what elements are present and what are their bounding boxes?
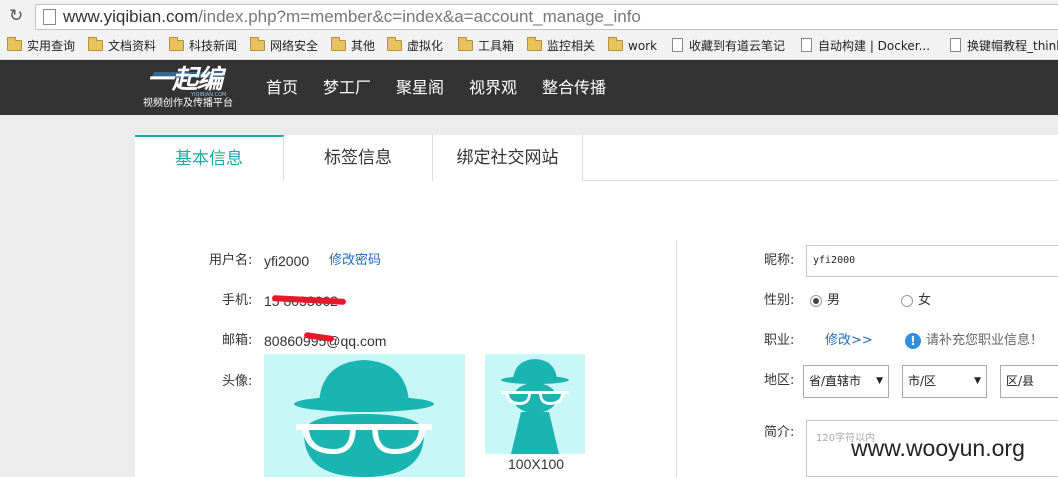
nav-item-home[interactable]: 首页 bbox=[266, 79, 298, 97]
logo-tagline: 视频创作及传播平台 bbox=[143, 98, 233, 109]
tab-basic-info[interactable]: 基本信息 bbox=[135, 135, 284, 181]
folder-icon bbox=[387, 37, 402, 51]
info-icon: ! bbox=[905, 333, 921, 349]
folder-icon bbox=[88, 37, 103, 51]
bookmark-folder[interactable]: 虚拟化 bbox=[387, 37, 443, 55]
bookmark-page[interactable]: 收藏到有道云笔记 bbox=[672, 37, 785, 55]
folder-icon bbox=[250, 37, 265, 51]
nav-item-dream-factory[interactable]: 梦工厂 bbox=[323, 79, 371, 97]
job-edit-link[interactable]: 修改>> bbox=[825, 333, 873, 349]
gender-male-radio[interactable] bbox=[810, 295, 822, 307]
tab-social-binding[interactable]: 绑定社交网站 bbox=[433, 135, 583, 181]
avatar-label: 头像: bbox=[222, 374, 253, 389]
nickname-label: 昵称: bbox=[764, 253, 795, 268]
change-password-link[interactable]: 修改密码 bbox=[329, 253, 381, 269]
user-avatar-small-icon bbox=[501, 359, 569, 454]
gender-female-label: 女 bbox=[918, 293, 932, 308]
logo-text: 一起编 bbox=[147, 65, 223, 95]
city-select[interactable]: 市/区 ▼ bbox=[902, 365, 987, 398]
bookmark-folder[interactable]: work bbox=[608, 37, 657, 55]
avatar-small[interactable] bbox=[485, 354, 585, 454]
folder-icon bbox=[527, 37, 542, 51]
folder-icon bbox=[7, 37, 22, 51]
nickname-input[interactable]: yfi2000 bbox=[806, 245, 1058, 277]
bookmark-folder[interactable]: 其他 bbox=[331, 37, 375, 55]
url-field[interactable]: www.yiqibian.com/index.php?m=member&c=in… bbox=[35, 4, 1058, 30]
bookmark-folder[interactable]: 文档资料 bbox=[88, 37, 156, 55]
gender-label: 性别: bbox=[764, 293, 795, 308]
bookmark-folder[interactable]: 监控相关 bbox=[527, 37, 595, 55]
bookmark-page[interactable]: 自动构建 | Docker... bbox=[801, 37, 930, 55]
page-icon bbox=[950, 38, 961, 52]
url-text: www.yiqibian.com/index.php?m=member&c=in… bbox=[63, 7, 641, 26]
column-divider bbox=[676, 240, 677, 477]
page-icon bbox=[801, 38, 812, 52]
folder-icon bbox=[331, 37, 346, 51]
site-logo[interactable]: 一起编 YIQIBIAN.COM 视频创作及传播平台 bbox=[143, 64, 243, 112]
nav-item-star-pavilion[interactable]: 聚星阁 bbox=[396, 79, 444, 97]
bookmark-folder[interactable]: 科技新闻 bbox=[169, 37, 237, 55]
nav-item-vision[interactable]: 视界观 bbox=[469, 79, 517, 97]
bookmark-folder[interactable]: 网络安全 bbox=[250, 37, 318, 55]
avatar-large[interactable] bbox=[264, 354, 465, 477]
reload-icon[interactable]: ↻ bbox=[9, 7, 27, 25]
avatar-size-caption: 100X100 bbox=[508, 456, 565, 472]
gender-male-label: 男 bbox=[827, 293, 841, 308]
gender-female-radio[interactable] bbox=[901, 295, 913, 307]
province-select[interactable]: 省/直辖市 ▼ bbox=[803, 365, 889, 398]
watermark: www.wooyun.org bbox=[851, 435, 1025, 461]
bookmarks-bar: 实用查询 文档资料 科技新闻 网络安全 其他 虚拟化 工具箱 监控相关 work… bbox=[0, 33, 1058, 60]
user-avatar-icon bbox=[294, 360, 434, 477]
dropdown-arrow-icon: ▼ bbox=[876, 376, 883, 386]
folder-icon bbox=[169, 37, 184, 51]
folder-icon bbox=[458, 37, 473, 51]
address-bar-row: ↻ www.yiqibian.com/index.php?m=member&c=… bbox=[0, 0, 1058, 33]
district-select[interactable]: 区/县 bbox=[1000, 365, 1058, 398]
tab-tag-info[interactable]: 标签信息 bbox=[284, 135, 433, 181]
username-value: yfi2000 bbox=[264, 253, 310, 269]
region-label: 地区: bbox=[764, 373, 795, 388]
page-icon bbox=[672, 38, 683, 52]
page-icon bbox=[43, 9, 56, 25]
dropdown-arrow-icon: ▼ bbox=[974, 376, 981, 386]
nav-item-integrated-marketing[interactable]: 整合传播 bbox=[542, 79, 606, 97]
job-label: 职业: bbox=[764, 333, 795, 348]
folder-icon bbox=[608, 37, 623, 51]
email-label: 邮箱: bbox=[222, 333, 253, 348]
phone-label: 手机: bbox=[222, 293, 253, 308]
username-label: 用户名: bbox=[209, 253, 253, 268]
intro-label: 简介: bbox=[764, 425, 795, 440]
bookmark-folder[interactable]: 实用查询 bbox=[7, 37, 75, 55]
bookmark-page[interactable]: 换键帽教程_think bbox=[950, 37, 1058, 55]
job-hint: 请补充您职业信息！ bbox=[926, 333, 1044, 348]
bookmark-folder[interactable]: 工具箱 bbox=[458, 37, 514, 55]
